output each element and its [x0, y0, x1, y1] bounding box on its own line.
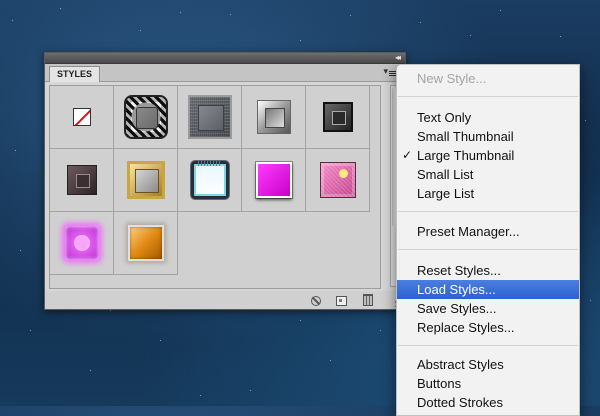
menu-separator: [398, 345, 578, 346]
menu-item-abstract-styles[interactable]: Abstract Styles: [397, 355, 579, 374]
style-swatch-pink-glow[interactable]: [50, 212, 114, 275]
clear-style-icon[interactable]: [311, 296, 321, 306]
menu-separator: [398, 249, 578, 250]
collapse-panel-icon[interactable]: ◂◂: [395, 53, 401, 63]
plum-bevel-swatch: [66, 165, 97, 195]
menu-item-replace-styles[interactable]: Replace Styles...: [397, 318, 579, 337]
styles-panel-flyout-menu: New Style... Text Only Small Thumbnail ✓…: [396, 64, 580, 416]
tab-styles[interactable]: STYLES: [49, 66, 101, 82]
menu-item-dotted-strokes[interactable]: Dotted Strokes: [397, 393, 579, 412]
menu-separator: [398, 96, 578, 97]
menu-item-text-only[interactable]: Text Only: [397, 108, 579, 127]
amber-glossy-swatch: [127, 225, 164, 261]
style-swatch-no-style[interactable]: [50, 86, 114, 149]
styles-grid: [50, 86, 370, 275]
pink-fabric-swatch: [319, 162, 356, 198]
menu-item-large-thumbnail[interactable]: ✓ Large Thumbnail: [397, 146, 579, 165]
gold-frame-swatch: [126, 161, 165, 199]
menu-item-label: Large Thumbnail: [417, 148, 515, 163]
pink-glow-swatch: [64, 226, 99, 260]
silver-bevel-swatch: [256, 100, 291, 134]
menu-item-new-style: New Style...: [417, 71, 487, 86]
styles-panel: ◂◂ STYLES ▾: [44, 52, 406, 310]
new-style-icon[interactable]: [336, 296, 347, 306]
style-swatch-dark-bevel[interactable]: [306, 86, 370, 149]
ice-blue-swatch: [190, 161, 229, 199]
panel-menu-button[interactable]: ▾: [383, 66, 397, 77]
menu-item-save-styles[interactable]: Save Styles...: [397, 299, 579, 318]
panel-footer: [45, 291, 405, 309]
menu-separator: [398, 211, 578, 212]
style-swatch-amber-glossy[interactable]: [114, 212, 178, 275]
menu-item-small-list[interactable]: Small List: [397, 165, 579, 184]
dark-bevel-swatch: [322, 102, 353, 132]
style-swatch-ice-blue[interactable]: [178, 149, 242, 212]
menu-item-preset-manager[interactable]: Preset Manager...: [397, 222, 579, 241]
styles-swatch-area: [49, 85, 381, 289]
menu-item-reset-styles[interactable]: Reset Styles...: [397, 261, 579, 280]
no-style-icon: [72, 108, 91, 126]
style-swatch-pink-fabric[interactable]: [306, 149, 370, 212]
style-swatch-gold-frame[interactable]: [114, 149, 178, 212]
trash-icon[interactable]: [363, 294, 373, 306]
style-swatch-grain-metal[interactable]: [178, 86, 242, 149]
style-swatch-magenta-glossy[interactable]: [242, 149, 306, 212]
style-swatch-silver-bevel[interactable]: [242, 86, 306, 149]
chevron-down-icon: ▾: [383, 66, 388, 76]
magenta-glossy-swatch: [255, 162, 292, 198]
panel-tab-bar: STYLES ▾: [45, 64, 405, 82]
checkmark-icon: ✓: [402, 148, 413, 162]
style-swatch-plum-bevel[interactable]: [50, 149, 114, 212]
menu-item-small-thumbnail[interactable]: Small Thumbnail: [397, 127, 579, 146]
menu-item-load-styles[interactable]: Load Styles...: [397, 280, 579, 299]
menu-item-large-list[interactable]: Large List: [397, 184, 579, 203]
grain-metal-swatch: [187, 95, 232, 139]
menu-item-buttons[interactable]: Buttons: [397, 374, 579, 393]
panel-titlebar[interactable]: ◂◂: [45, 53, 405, 64]
style-swatch-striped-bevel[interactable]: [114, 86, 178, 149]
striped-bevel-swatch: [123, 95, 168, 139]
